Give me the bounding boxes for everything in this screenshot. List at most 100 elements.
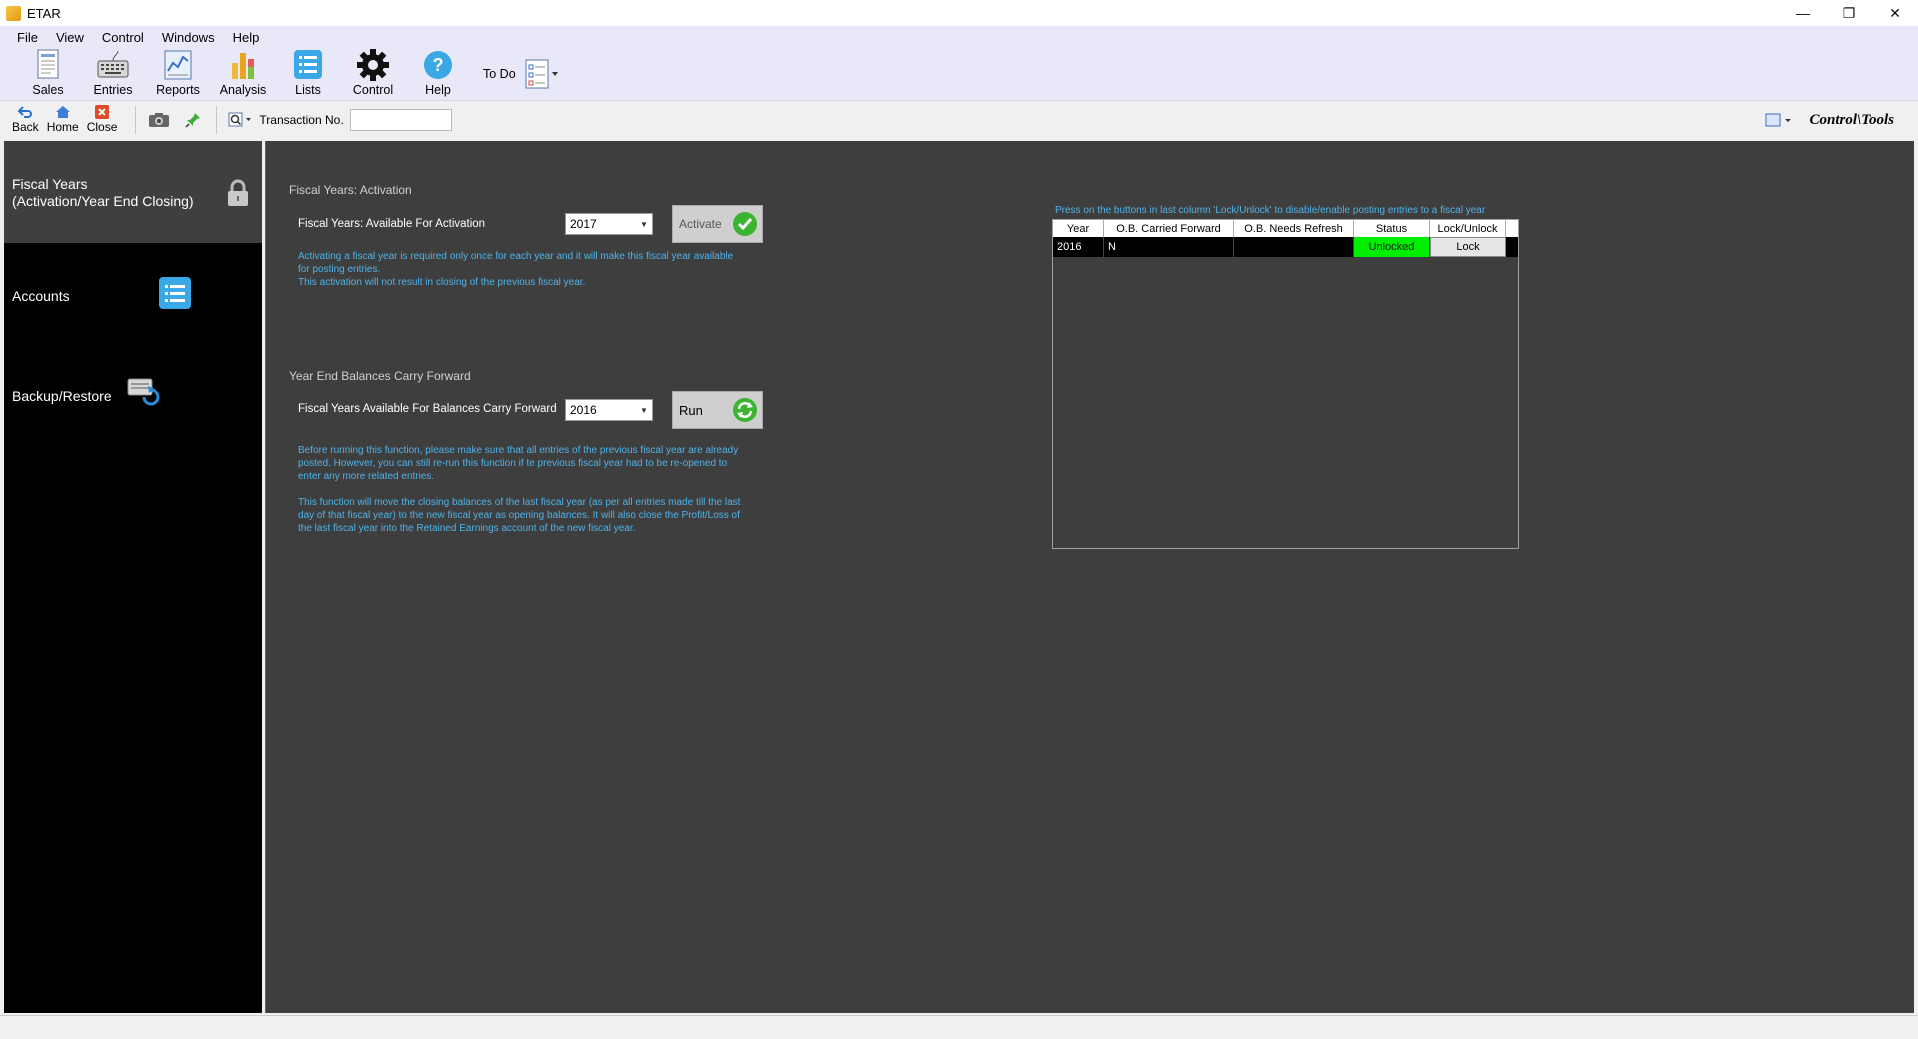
menu-bar: File View Control Windows Help [0, 26, 1918, 48]
restore-button[interactable]: ❐ [1826, 0, 1872, 26]
menu-control[interactable]: Control [93, 30, 153, 45]
lock-button[interactable]: Lock [1430, 237, 1506, 257]
activation-year-select[interactable]: 2017 ▼ [565, 213, 653, 235]
run-button[interactable]: Run [672, 391, 763, 429]
entries-label: Entries [93, 83, 133, 97]
reports-icon [161, 49, 195, 81]
toolbar: Back Home Close Transaction No. Control\… [0, 100, 1918, 138]
todo-label: To Do [483, 67, 516, 81]
bar-chart-icon [226, 49, 260, 81]
carry-forward-note-2: This function will move the closing bala… [298, 497, 741, 534]
camera-icon [149, 112, 170, 127]
help-label: Help [425, 83, 451, 97]
activate-button[interactable]: Activate [672, 205, 763, 243]
reports-label: Reports [156, 83, 200, 97]
fiscal-years-grid: Year O.B. Carried Forward O.B. Needs Ref… [1052, 219, 1519, 549]
column-header[interactable]: Status [1354, 220, 1430, 237]
control-button[interactable]: Control [347, 48, 399, 100]
back-button[interactable]: Back [12, 105, 39, 134]
analysis-label: Analysis [219, 83, 267, 97]
back-arrow-icon [17, 106, 33, 118]
status-cell: Unlocked [1354, 237, 1430, 257]
sales-icon [31, 49, 65, 81]
help-button[interactable]: ? Help [412, 48, 464, 100]
window-title: ETAR [27, 5, 61, 21]
column-header[interactable]: O.B. Carried Forward [1104, 220, 1234, 237]
transaction-label: Transaction No. [259, 112, 344, 127]
activation-section-title: Fiscal Years: Activation [289, 183, 412, 197]
close-icon [95, 105, 110, 119]
navigation-panel: Fiscal Years (Activation/Year End Closin… [4, 141, 262, 1013]
lists-label: Lists [295, 83, 321, 97]
pin-icon [185, 112, 201, 128]
list-icon [159, 277, 191, 309]
menu-file[interactable]: File [8, 30, 47, 45]
menu-help[interactable]: Help [224, 30, 269, 45]
search-button[interactable] [227, 108, 253, 132]
activation-note: Activating a fiscal year is required onl… [298, 251, 734, 288]
camera-button[interactable] [146, 108, 172, 132]
check-icon [733, 212, 757, 236]
transaction-input[interactable] [349, 108, 452, 131]
lock-icon [228, 179, 248, 206]
home-icon [55, 106, 70, 118]
toolbar-divider [135, 105, 137, 134]
lists-button[interactable]: Lists [282, 48, 334, 100]
nav-backup-label: Backup/Restore [12, 388, 112, 404]
context-label: Control\Tools [1809, 111, 1894, 128]
nav-fiscal-label: Fiscal Years (Activation/Year End Closin… [12, 176, 194, 209]
menu-view[interactable]: View [47, 30, 93, 45]
table-row[interactable]: 2016 N Unlocked Lock [1053, 237, 1518, 257]
gear-icon [356, 49, 390, 81]
year-cell[interactable]: 2016 [1053, 237, 1104, 257]
backup-icon [127, 378, 160, 406]
activation-label: Fiscal Years: Available For Activation [298, 218, 486, 230]
minimize-button[interactable]: — [1780, 0, 1826, 26]
sales-label: Sales [32, 83, 64, 97]
sales-button[interactable]: Sales [22, 48, 74, 100]
toolbar-divider [216, 105, 218, 134]
carry-forward-note-1: Before running this function, please mak… [298, 445, 739, 482]
checklist-icon [525, 59, 558, 89]
app-icon [6, 5, 21, 21]
nav-item-backup-restore[interactable]: Backup/Restore [4, 343, 262, 443]
refresh-icon [733, 398, 757, 422]
grid-header: Year O.B. Carried Forward O.B. Needs Ref… [1053, 220, 1518, 237]
help-icon: ? [421, 49, 455, 81]
chevron-down-icon: ▼ [640, 219, 648, 229]
column-header[interactable]: O.B. Needs Refresh [1234, 220, 1354, 237]
ribbon: Sales Entries Reports Analysis Lists Con… [0, 48, 1918, 100]
carry-forward-section-title: Year End Balances Carry Forward [289, 369, 471, 383]
carried-forward-cell[interactable]: N [1104, 237, 1234, 257]
search-icon [228, 112, 252, 126]
todo-button[interactable]: To Do [483, 48, 558, 100]
menu-windows[interactable]: Windows [153, 30, 224, 45]
needs-refresh-cell[interactable] [1234, 237, 1354, 257]
home-button[interactable]: Home [47, 105, 79, 134]
window-layout-icon[interactable] [1764, 112, 1792, 128]
list-icon [291, 49, 325, 81]
carry-forward-year-select[interactable]: 2016 ▼ [565, 399, 653, 421]
status-bar [0, 1015, 1918, 1039]
entries-button[interactable]: Entries [87, 48, 139, 100]
reports-button[interactable]: Reports [152, 48, 204, 100]
close-button[interactable]: Close [86, 105, 118, 134]
nav-item-accounts[interactable]: Accounts [4, 243, 262, 343]
main-content: Fiscal Years: Activation Fiscal Years: A… [265, 141, 1914, 1013]
back-label: Back [12, 120, 39, 134]
chevron-down-icon: ▼ [640, 405, 648, 415]
nav-accounts-label: Accounts [12, 288, 70, 304]
column-header[interactable]: Lock/Unlock [1430, 220, 1506, 237]
pin-button[interactable] [180, 108, 206, 132]
control-label: Control [352, 83, 394, 97]
home-label: Home [46, 120, 79, 134]
analysis-button[interactable]: Analysis [217, 48, 269, 100]
close-label: Close [86, 120, 118, 134]
svg-text:?: ? [433, 55, 444, 75]
close-window-button[interactable]: ✕ [1872, 0, 1918, 26]
title-bar: ETAR — ❐ ✕ [0, 0, 1918, 26]
nav-item-fiscal-years[interactable]: Fiscal Years (Activation/Year End Closin… [4, 141, 262, 243]
column-header[interactable]: Year [1053, 220, 1104, 237]
carry-forward-label: Fiscal Years Available For Balances Carr… [298, 403, 557, 415]
keyboard-icon [96, 49, 130, 81]
